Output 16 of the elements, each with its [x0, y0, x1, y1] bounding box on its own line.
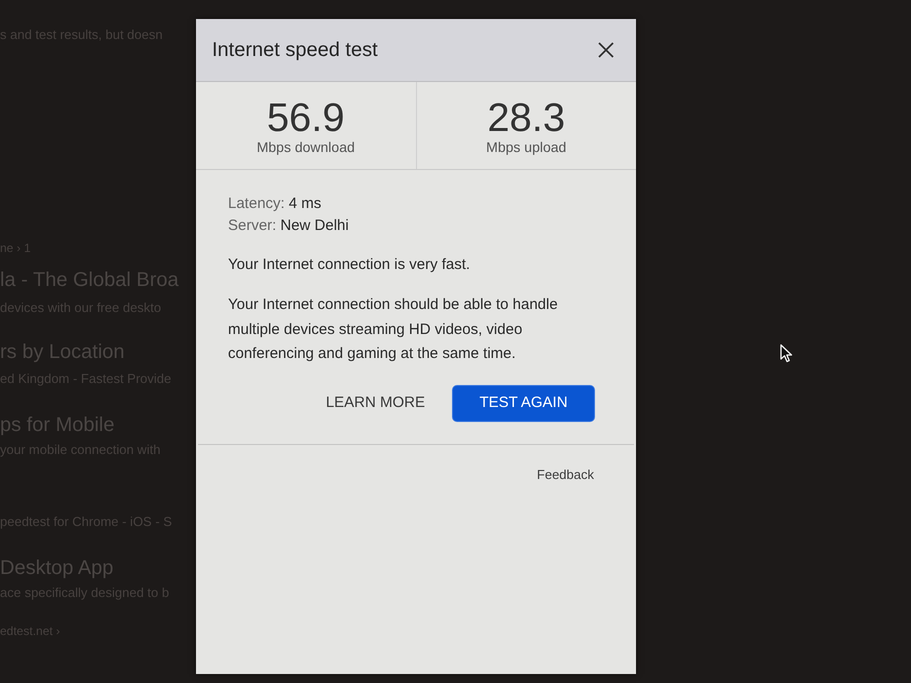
summary-text: Your Internet connection is very fast. — [228, 255, 472, 275]
detail-value: 4 ms — [288, 194, 322, 214]
feedback-link[interactable]: Feedback — [536, 466, 594, 482]
description-text: Your Internet connection should be able to handle multiple devices streaming HD videos, video conferencing and gaming at the same time. — [228, 295, 559, 364]
mouse-pointer-icon — [780, 344, 793, 363]
close-icon — [598, 42, 614, 58]
dialog-title: Internet speed test — [212, 38, 378, 63]
stat-label: Mbps download — [256, 139, 355, 156]
stat-value: 56.9 — [266, 97, 345, 139]
detail-label: Latency: — [228, 194, 285, 214]
stat-label: Mbps upload — [486, 139, 566, 156]
learn-more-button[interactable]: LEARN MORE — [314, 384, 437, 422]
detail-label: Server: — [228, 216, 276, 236]
detail-value: New Delhi — [280, 216, 349, 236]
test-again-button[interactable]: TEST AGAIN — [452, 384, 595, 422]
stat-value: 28.3 — [487, 97, 566, 139]
